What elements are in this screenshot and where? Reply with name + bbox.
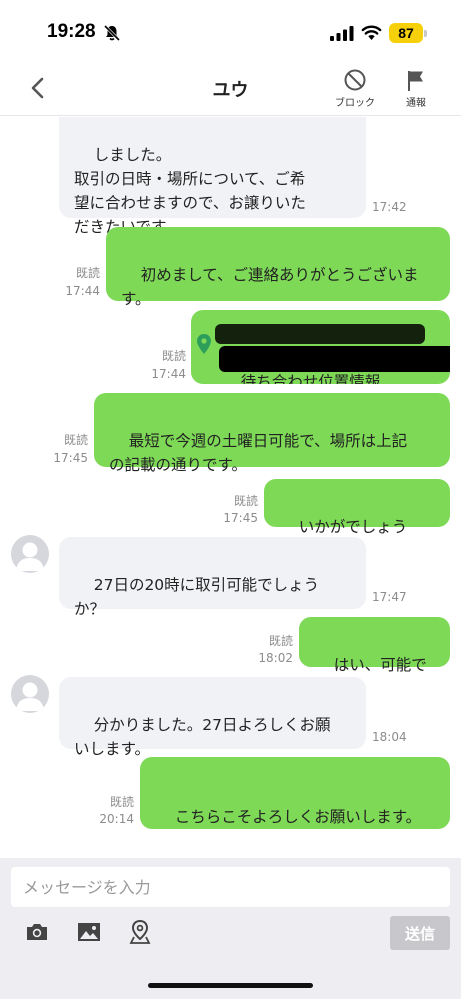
message-input[interactable] [11,867,450,907]
home-indicator[interactable] [148,983,313,988]
outgoing-message: 最短で今週の土曜日可能で、場所は上記 の記載の通りです。 [94,393,450,474]
user-silhouette-icon [16,682,44,711]
message-time: 17:42 [372,200,407,214]
incoming-message: 27日の20時に取引可能でしょう か？ [59,537,366,618]
message-time: 18:02 [258,651,293,665]
camera-icon[interactable] [25,922,49,942]
status-time: 19:28 [47,21,96,42]
incoming-message: 分かりました。27日よろしくお願 いします。 [59,677,366,758]
report-button-label: 通報 [406,98,426,109]
block-icon [344,69,366,91]
message-time: 18:04 [372,730,407,744]
flag-icon [408,71,423,91]
outgoing-message: 初めまして、ご連絡ありがとうございま す。 [106,227,450,308]
message-text: 27日の20時に取引可能でしょう か？ [74,576,320,618]
message-text: 待ち合わせ位置情報 東京都中央区月島3丁目10-4 [240,373,381,384]
outgoing-message: こちらこそよろしくお願いします。 [140,757,450,829]
message-time: 17:47 [372,590,407,604]
avatar[interactable] [11,675,49,713]
message-text: 分かりました。27日よろしくお願 いします。 [74,716,331,758]
read-receipt: 既読 [63,433,88,447]
message-time: 20:14 [99,812,134,826]
battery-level: 87 [389,23,423,43]
message-time: 17:45 [223,511,258,525]
read-receipt: 既読 [161,349,186,363]
message-time: 17:45 [53,451,88,465]
read-receipt: 既読 [268,634,293,648]
send-button[interactable]: 送信 [390,916,450,950]
block-button[interactable]: ブロック [330,68,380,109]
redaction-mark [219,346,450,372]
message-time: 17:44 [151,367,186,381]
incoming-message: しました。 取引の日時・場所について、ご希 望に合わせますので、お譲りいた だき… [59,117,366,236]
report-button[interactable]: 通報 [398,68,434,109]
location-pin-icon[interactable] [129,920,151,944]
message-time: 17:44 [65,284,100,298]
home-indicator-area [0,958,461,999]
location-pin-icon [197,334,211,354]
outgoing-message: いかがでしょうか？ [264,479,450,560]
wifi-icon [361,25,382,40]
chat-header: ユウ ブロック 通報 [0,62,461,116]
image-icon[interactable] [77,922,101,942]
user-silhouette-icon [16,542,44,571]
read-receipt: 既読 [75,266,100,280]
bell-muted-icon [103,24,121,42]
read-receipt: 既読 [109,795,134,809]
message-text: 初めまして、ご連絡ありがとうございま す。 [121,266,419,308]
cellular-signal-icon [330,26,354,41]
chat-partner-name: ユウ [212,80,249,101]
battery-nub [424,30,427,37]
block-button-label: ブロック [335,98,375,109]
read-receipt: 既読 [233,494,258,508]
message-composer: 送信 [0,858,461,958]
location-message[interactable]: 待ち合わせ位置情報 東京都中央区月島3丁目10-4 [191,310,450,384]
message-list[interactable]: しました。 取引の日時・場所について、ご希 望に合わせますので、お譲りいた だき… [0,117,461,858]
message-text: しました。 取引の日時・場所について、ご希 望に合わせますので、お譲りいた だき… [74,146,306,236]
status-bar: 19:28 87 [0,0,461,62]
redaction-mark [215,324,425,344]
message-text: 最短で今週の土曜日可能で、場所は上記 の記載の通りです。 [109,432,408,474]
message-text: こちらこそよろしくお願いします。 [174,808,422,826]
avatar[interactable] [11,535,49,573]
outgoing-message: はい、可能です [299,617,450,698]
